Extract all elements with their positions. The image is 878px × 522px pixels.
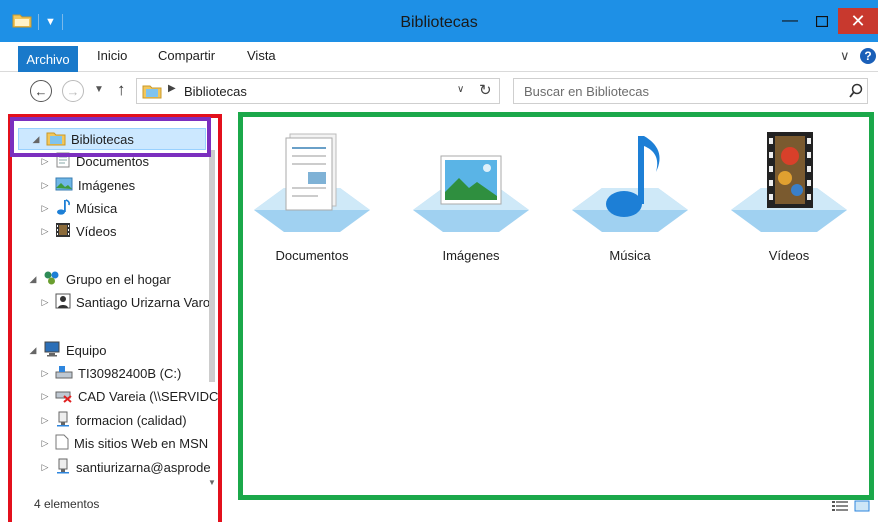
highlight-libraries-node bbox=[10, 117, 211, 157]
tab-vista[interactable]: Vista bbox=[247, 48, 276, 63]
tab-archivo[interactable]: Archivo bbox=[18, 46, 78, 72]
tab-compartir[interactable]: Compartir bbox=[158, 48, 215, 63]
help-icon[interactable]: ? bbox=[860, 48, 876, 64]
address-dropdown-icon[interactable]: ∨ bbox=[457, 84, 464, 95]
view-switcher bbox=[832, 500, 870, 515]
close-button[interactable]: ✕ bbox=[838, 8, 878, 34]
ribbon-tabs: Archivo Inicio Compartir Vista ∨ ? bbox=[0, 42, 878, 72]
details-view-icon[interactable] bbox=[832, 500, 848, 515]
search-placeholder: Buscar en Bibliotecas bbox=[524, 84, 650, 99]
libraries-folder-icon bbox=[142, 83, 162, 102]
title-bar: ▼ Bibliotecas — ✕ bbox=[0, 0, 878, 42]
highlight-content-area bbox=[238, 112, 874, 500]
address-row: ← → ▼ ↑ ▶ Bibliotecas ∨ ↻ Buscar en Bibl… bbox=[0, 72, 878, 112]
back-button[interactable]: ← bbox=[30, 80, 52, 102]
window-title: Bibliotecas bbox=[400, 14, 478, 31]
search-input[interactable]: Buscar en Bibliotecas bbox=[513, 78, 868, 104]
minimize-button[interactable]: — bbox=[776, 8, 804, 34]
search-icon[interactable] bbox=[848, 82, 864, 103]
maximize-button[interactable] bbox=[808, 8, 836, 34]
address-bar[interactable]: ▶ Bibliotecas ∨ ↻ bbox=[136, 78, 500, 104]
highlight-navigation-pane bbox=[8, 114, 222, 522]
up-button[interactable]: ↑ bbox=[117, 80, 126, 100]
recent-locations-icon[interactable]: ▼ bbox=[94, 84, 104, 95]
refresh-icon[interactable]: ↻ bbox=[479, 81, 492, 99]
tab-inicio[interactable]: Inicio bbox=[97, 48, 127, 63]
breadcrumb-bibliotecas[interactable]: Bibliotecas bbox=[184, 84, 247, 99]
forward-button[interactable]: → bbox=[62, 80, 84, 102]
large-icons-view-icon[interactable] bbox=[854, 500, 870, 515]
breadcrumb-arrow-icon[interactable]: ▶ bbox=[168, 83, 176, 94]
expand-ribbon-icon[interactable]: ∨ bbox=[840, 48, 850, 64]
